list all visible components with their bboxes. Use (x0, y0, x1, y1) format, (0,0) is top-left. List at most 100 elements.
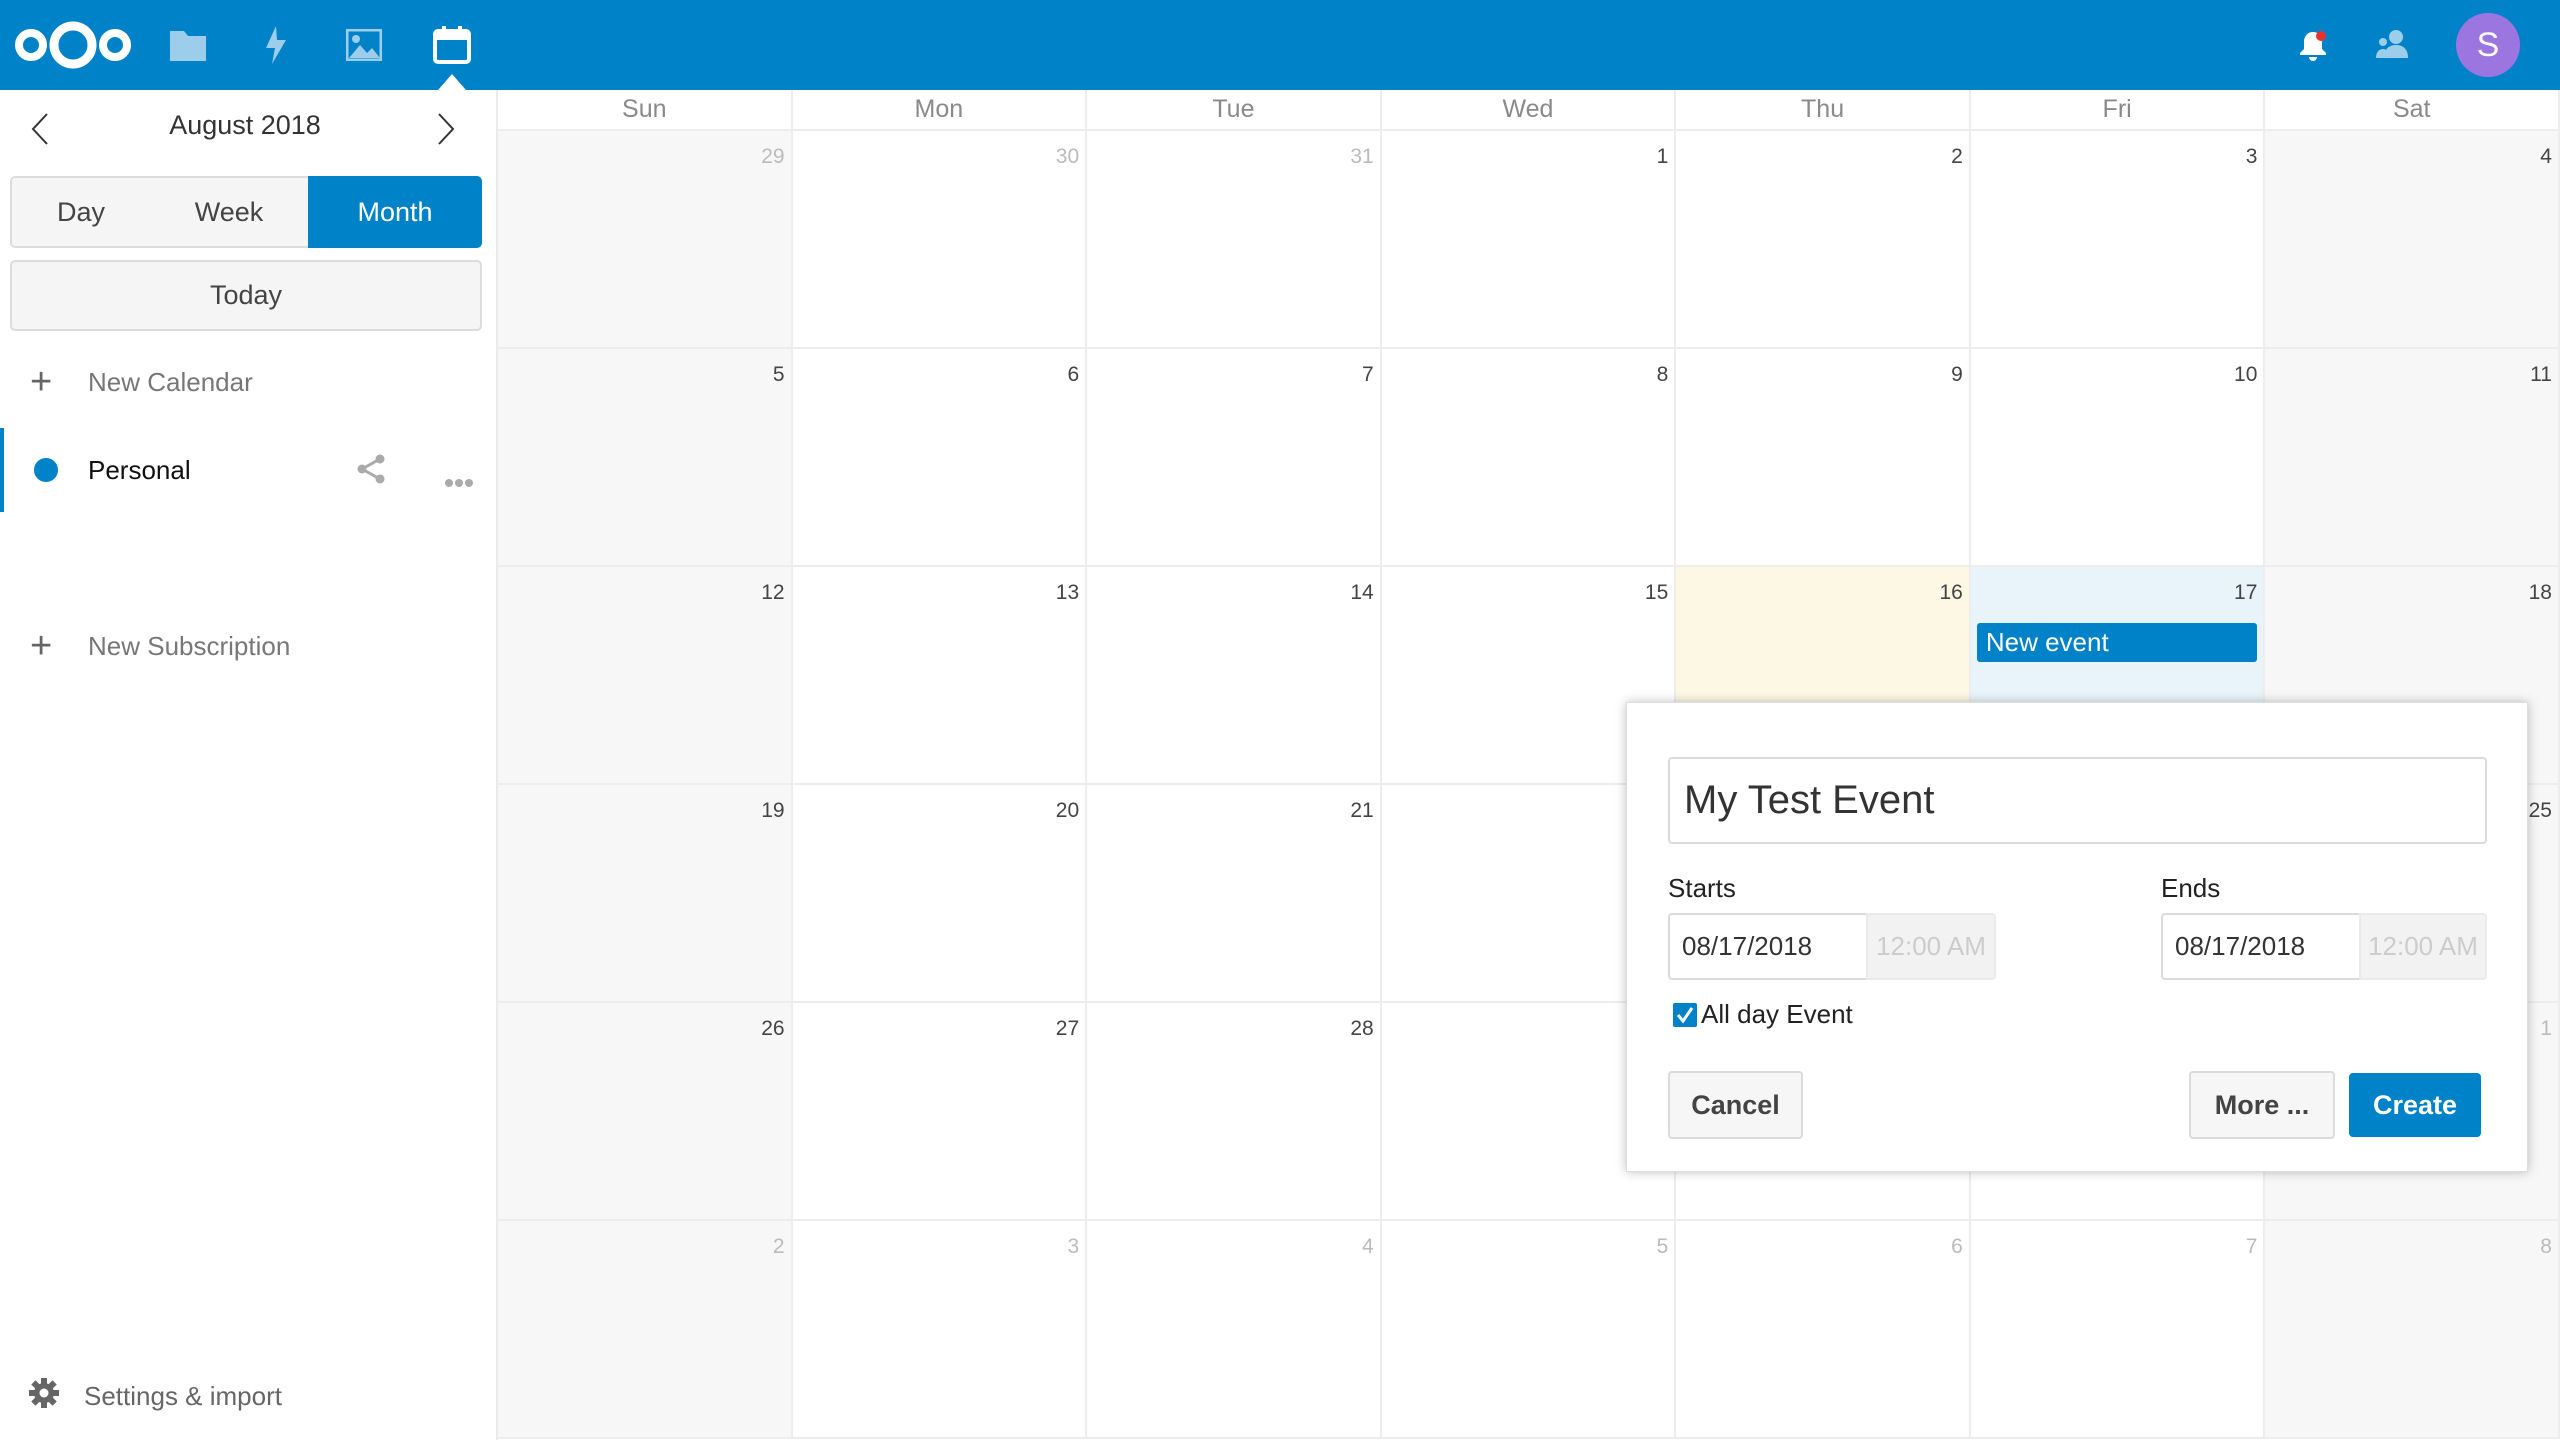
top-bar: S (0, 0, 2560, 90)
day-cell[interactable]: 4 (2265, 131, 2560, 349)
calendar-icon[interactable] (432, 25, 472, 65)
user-avatar[interactable]: S (2456, 13, 2520, 77)
all-day-checkbox[interactable]: All day Event (1673, 999, 1853, 1030)
day-header-tue: Tue (1087, 90, 1382, 131)
checkbox-checked-icon[interactable] (1673, 1002, 1697, 1027)
day-cell[interactable]: 12 (498, 567, 793, 785)
day-number: 5 (1656, 1235, 1669, 1258)
today-button[interactable]: Today (10, 260, 482, 331)
day-cell[interactable]: 8 (1381, 349, 1677, 567)
day-cell[interactable]: 5 (1381, 1221, 1677, 1439)
settings-import-button[interactable]: Settings & import (0, 1370, 496, 1422)
day-header-sat: Sat (2265, 90, 2560, 131)
view-day-button[interactable]: Day (10, 176, 152, 248)
notifications-bell-icon[interactable] (2298, 28, 2328, 62)
new-event-popover: My Test Event Starts Ends 08/17/2018 12:… (1626, 702, 2528, 1172)
day-cell[interactable]: 14 (1087, 567, 1382, 785)
start-date-input[interactable]: 08/17/2018 (1668, 913, 1868, 980)
day-cell[interactable]: 31 (1087, 131, 1382, 349)
new-subscription-label: New Subscription (88, 630, 291, 661)
cancel-button[interactable]: Cancel (1668, 1071, 1803, 1139)
day-cell[interactable]: 2 (1676, 131, 1971, 349)
day-cell[interactable]: 27 (792, 1003, 1088, 1221)
day-cell[interactable]: 29 (498, 131, 793, 349)
day-header-mon: Mon (792, 90, 1088, 131)
new-subscription-button[interactable]: + New Subscription (0, 620, 496, 672)
day-cell[interactable]: 9 (1676, 349, 1971, 567)
day-cell[interactable]: 21 (1087, 785, 1382, 1003)
photos-icon[interactable] (344, 25, 384, 65)
day-number: 1 (2540, 1017, 2552, 1040)
contacts-icon[interactable] (2376, 28, 2408, 60)
starts-label: Starts (1668, 873, 1736, 903)
day-cell[interactable]: 10 (1970, 349, 2266, 567)
view-week-button[interactable]: Week (150, 176, 310, 248)
day-number: 26 (761, 1017, 785, 1040)
day-cell[interactable]: 1 (1381, 131, 1677, 349)
more-options-icon[interactable] (444, 464, 474, 495)
day-cell[interactable]: 19 (498, 785, 793, 1003)
day-cell[interactable]: 20 (792, 785, 1088, 1003)
view-month-button[interactable]: Month (308, 176, 482, 248)
new-calendar-button[interactable]: + New Calendar (0, 356, 496, 408)
day-cell[interactable]: 7 (1087, 349, 1382, 567)
day-number: 18 (2528, 581, 2552, 604)
activity-icon[interactable] (256, 25, 296, 65)
day-cell[interactable]: 30 (792, 131, 1088, 349)
day-header-fri: Fri (1970, 90, 2266, 131)
event-title-input[interactable]: My Test Event (1668, 757, 2487, 844)
day-number: 19 (761, 799, 785, 822)
day-cell[interactable]: 13 (792, 567, 1088, 785)
day-number: 12 (761, 581, 785, 604)
day-cell[interactable]: 7 (1970, 1221, 2266, 1439)
all-day-label: All day Event (1701, 999, 1853, 1029)
day-number: 7 (1362, 363, 1374, 386)
more-button[interactable]: More ... (2189, 1071, 2335, 1139)
previous-month-button[interactable] (30, 112, 60, 148)
day-number: 2 (1951, 145, 1963, 168)
day-cell[interactable]: 5 (498, 349, 793, 567)
day-number: 27 (1055, 1017, 1080, 1040)
end-time-input[interactable]: 12:00 AM (2359, 913, 2487, 980)
day-cell[interactable]: 3 (1970, 131, 2266, 349)
day-cell[interactable]: 6 (792, 349, 1088, 567)
calendar-name: Personal (88, 454, 191, 485)
day-number: 28 (1350, 1017, 1374, 1040)
day-cell[interactable]: 6 (1676, 1221, 1971, 1439)
day-number: 7 (2245, 1235, 2258, 1258)
day-cell[interactable]: 11 (2265, 349, 2560, 567)
day-cell[interactable]: 26 (498, 1003, 793, 1221)
end-date-input[interactable]: 08/17/2018 (2161, 913, 2361, 980)
day-number: 10 (2234, 363, 2258, 386)
event-chip[interactable]: New event (1976, 623, 2258, 662)
day-number: 17 (2234, 581, 2258, 604)
nextcloud-logo[interactable] (12, 20, 134, 70)
day-number: 21 (1350, 799, 1374, 822)
current-month-title[interactable]: August 2018 (60, 110, 430, 141)
next-month-button[interactable] (436, 112, 456, 148)
active-app-indicator (438, 74, 466, 90)
day-number: 8 (2540, 1235, 2552, 1258)
day-number: 9 (1951, 363, 1963, 386)
files-icon[interactable] (168, 25, 208, 65)
day-number: 8 (1656, 363, 1669, 386)
day-number: 2 (772, 1235, 785, 1258)
share-icon[interactable] (356, 454, 386, 491)
day-cell[interactable]: 4 (1087, 1221, 1382, 1439)
day-cell[interactable]: 2 (498, 1221, 793, 1439)
day-cell[interactable]: 28 (1087, 1003, 1382, 1221)
day-number: 30 (1055, 145, 1080, 168)
plus-icon: + (30, 625, 53, 667)
create-button[interactable]: Create (2349, 1073, 2481, 1137)
day-number: 29 (761, 145, 785, 168)
day-cell[interactable]: 8 (2265, 1221, 2560, 1439)
ends-label: Ends (2161, 873, 2221, 903)
day-header-thu: Thu (1676, 90, 1971, 131)
day-number: 1 (1656, 145, 1669, 168)
day-cell[interactable]: 3 (792, 1221, 1088, 1439)
day-number: 13 (1055, 581, 1080, 604)
calendar-item-personal[interactable]: Personal (0, 428, 496, 512)
notification-dot (2316, 31, 2326, 41)
new-calendar-label: New Calendar (88, 366, 253, 397)
start-time-input[interactable]: 12:00 AM (1866, 913, 1996, 980)
